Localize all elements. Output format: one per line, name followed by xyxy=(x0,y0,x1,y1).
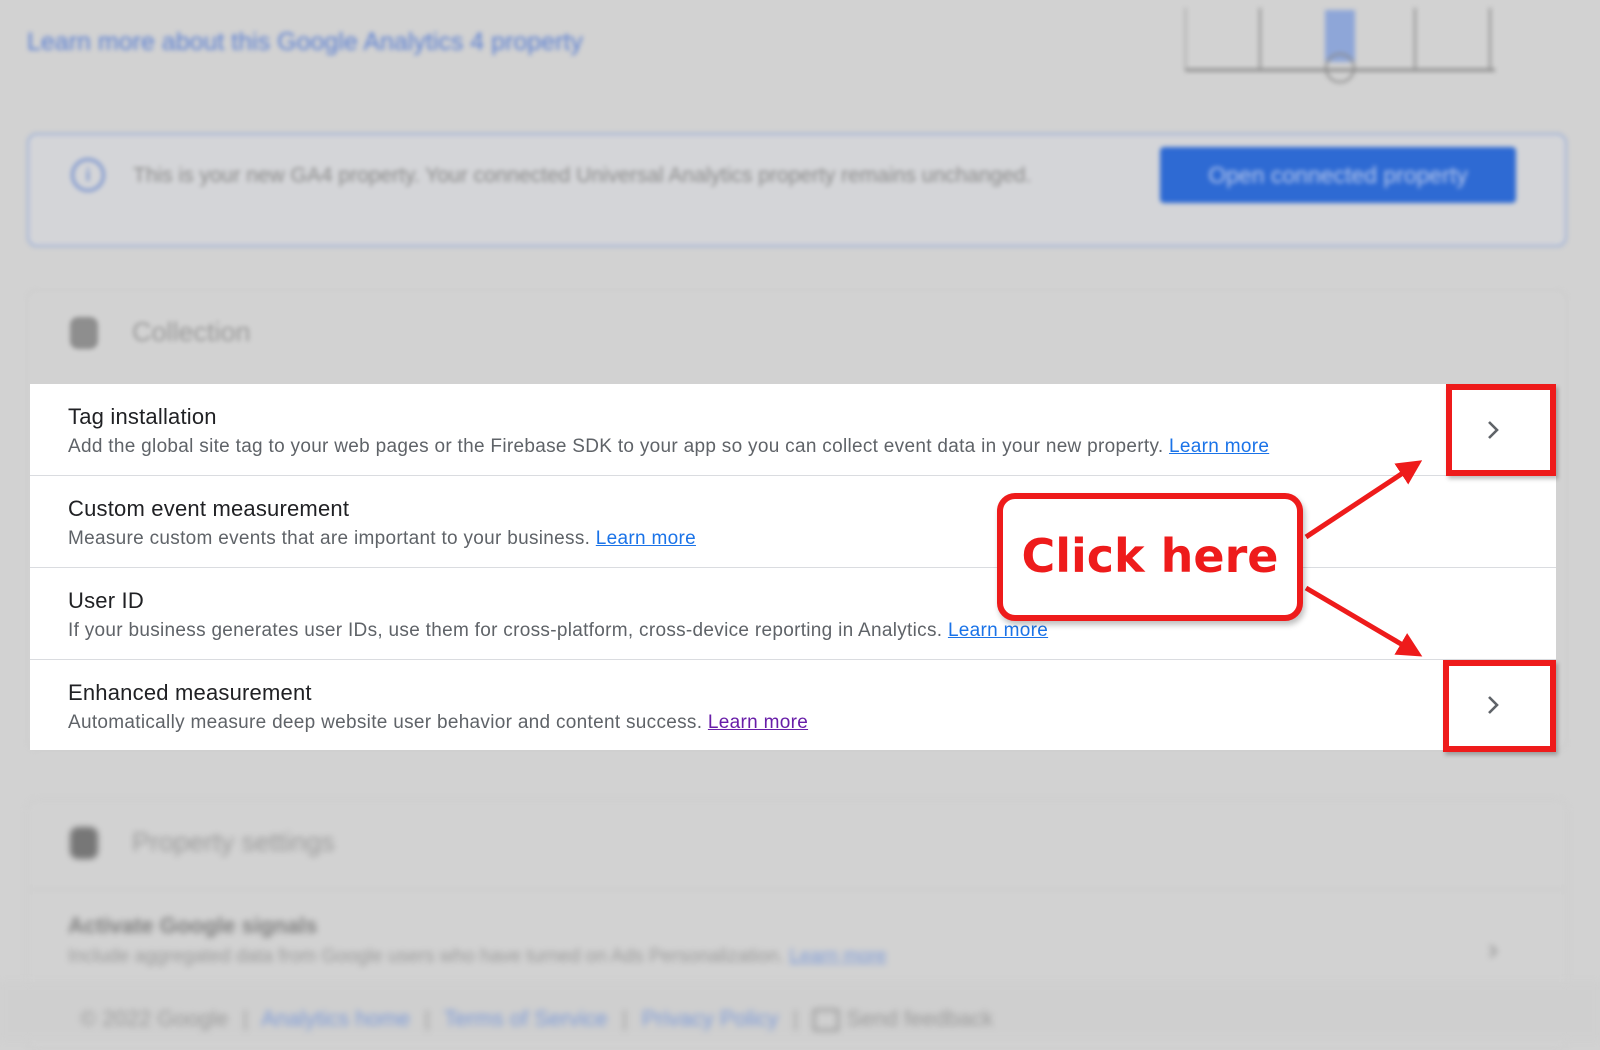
learn-more-link[interactable]: Learn more xyxy=(596,528,696,549)
row-description: Measure custom events that are important… xyxy=(68,528,696,549)
learn-more-link[interactable]: Learn more xyxy=(1169,436,1269,457)
analytics-home-link[interactable]: Analytics home xyxy=(261,1006,410,1031)
row-description: If your business generates user IDs, use… xyxy=(68,620,1049,641)
row-enhanced-measurement[interactable]: Enhanced measurement Automatically measu… xyxy=(30,660,1556,750)
info-icon: i xyxy=(71,158,105,192)
feedback-icon xyxy=(812,1009,839,1032)
learn-more-link[interactable]: Learn more xyxy=(948,620,1048,641)
row-title: Enhanced measurement xyxy=(68,680,312,705)
send-feedback-button[interactable]: Send feedback xyxy=(812,1006,993,1032)
row-tag-installation[interactable]: Tag installation Add the global site tag… xyxy=(30,384,1556,476)
callout-text: Click here xyxy=(1021,529,1279,583)
row-description: Add the global site tag to your web page… xyxy=(68,436,1270,457)
click-here-callout: Click here xyxy=(997,493,1303,621)
learn-more-property-link[interactable]: Learn more about this Google Analytics 4… xyxy=(27,28,583,57)
footer-links: © 2022 Google | Analytics home | Terms o… xyxy=(80,1006,994,1032)
row-custom-event-measurement[interactable]: Custom event measurement Measure custom … xyxy=(30,476,1556,568)
row-description: Automatically measure deep website user … xyxy=(68,712,809,733)
divider xyxy=(28,889,1566,890)
database-icon xyxy=(70,827,98,859)
open-connected-property-button[interactable]: Open connected property xyxy=(1160,147,1516,203)
learn-more-link[interactable]: Learn more xyxy=(708,712,808,733)
google-signals-description: Include aggregated data from Google user… xyxy=(68,946,887,967)
info-banner: i This is your new GA4 property. Your co… xyxy=(27,133,1567,247)
privacy-policy-link[interactable]: Privacy Policy xyxy=(642,1006,779,1031)
copyright-text: © 2022 Google xyxy=(80,1006,229,1031)
highlight-box-tag-installation xyxy=(1446,384,1556,476)
row-title: Custom event measurement xyxy=(68,496,350,521)
terms-of-service-link[interactable]: Terms of Service xyxy=(444,1006,608,1031)
row-title: Tag installation xyxy=(68,404,217,429)
row-user-id[interactable]: User ID If your business generates user … xyxy=(30,568,1556,660)
chevron-right-icon[interactable]: › xyxy=(1488,933,1498,967)
highlight-box-enhanced-measurement xyxy=(1443,660,1556,752)
property-settings-header: Property settings xyxy=(28,801,1566,889)
footer: © 2022 Google | Analytics home | Terms o… xyxy=(0,982,1600,1040)
header-illustration xyxy=(1185,8,1495,83)
property-settings-title: Property settings xyxy=(132,827,335,857)
collection-header: Collection xyxy=(28,291,1566,379)
google-signals-title[interactable]: Activate Google signals xyxy=(68,913,317,939)
collection-rows: Tag installation Add the global site tag… xyxy=(30,384,1556,750)
row-title: User ID xyxy=(68,588,144,613)
collection-title: Collection xyxy=(132,317,251,347)
banner-text: This is your new GA4 property. Your conn… xyxy=(133,164,1032,187)
collection-icon xyxy=(70,317,98,349)
learn-more-link[interactable]: Learn more xyxy=(789,946,886,967)
